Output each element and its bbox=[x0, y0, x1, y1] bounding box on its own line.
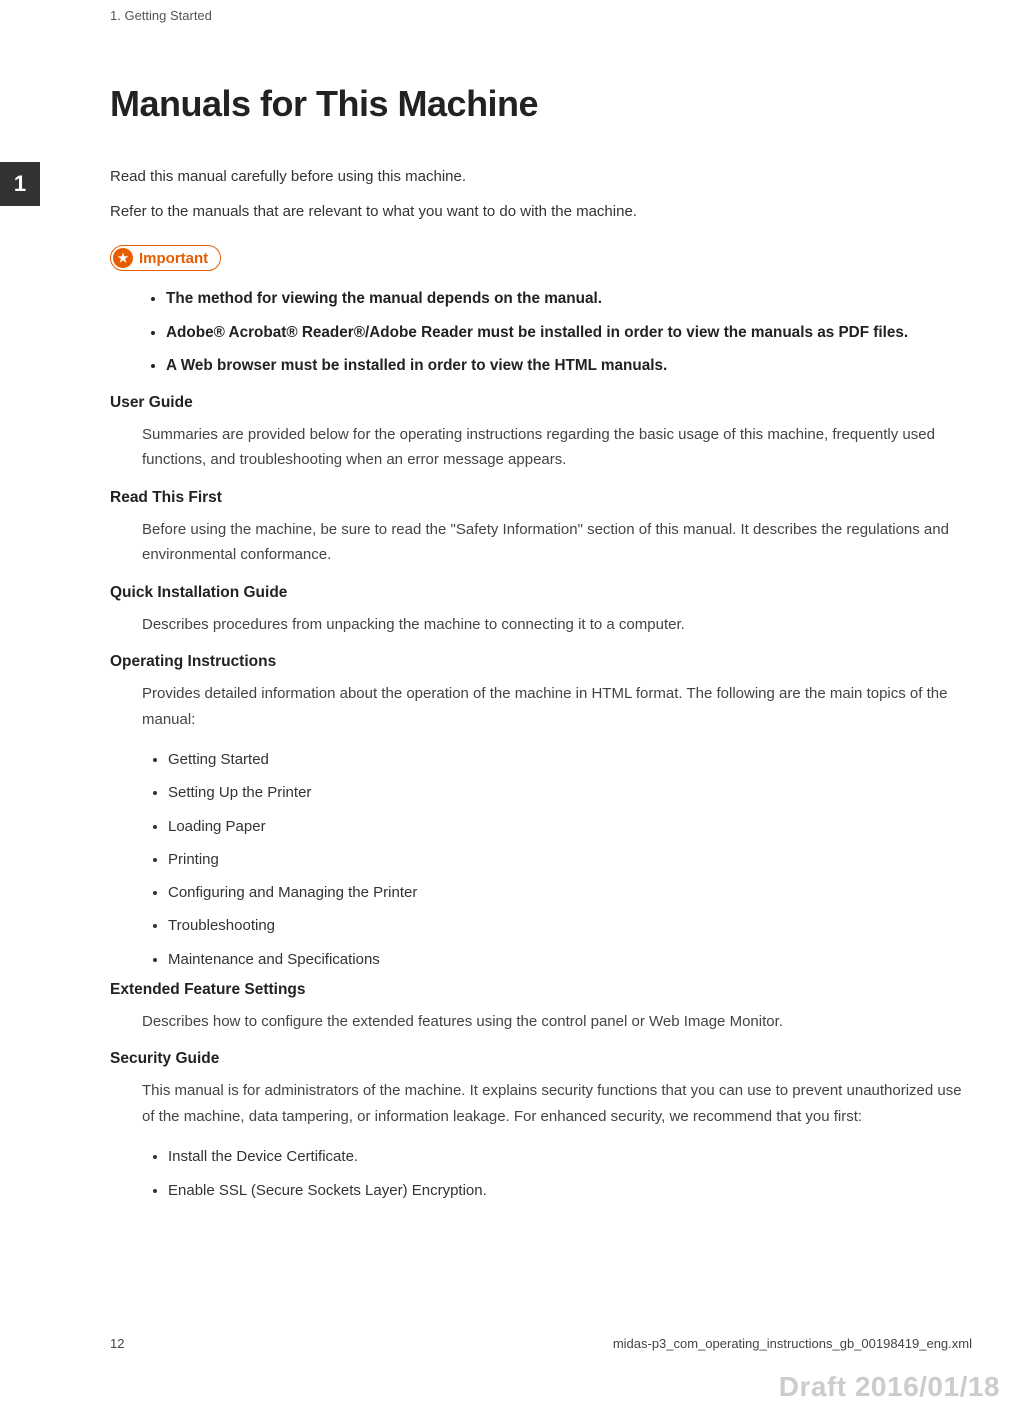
section-block: Security Guide This manual is for admini… bbox=[110, 1050, 972, 1202]
important-item: A Web browser must be installed in order… bbox=[166, 352, 972, 380]
list-item: Loading Paper bbox=[168, 815, 972, 838]
section-block: User Guide Summaries are provided below … bbox=[110, 394, 972, 473]
intro-line-2: Refer to the manuals that are relevant t… bbox=[110, 198, 972, 225]
section-title: Read This First bbox=[110, 489, 972, 507]
section-title: Operating Instructions bbox=[110, 653, 972, 671]
section-block: Read This First Before using the machine… bbox=[110, 489, 972, 568]
draft-stamp: Draft 2016/01/18 bbox=[779, 1371, 1000, 1403]
source-filename: midas-p3_com_operating_instructions_gb_0… bbox=[613, 1336, 972, 1351]
section-block: Extended Feature Settings Describes how … bbox=[110, 981, 972, 1035]
important-list: The method for viewing the manual depend… bbox=[110, 285, 972, 380]
page-number: 12 bbox=[110, 1336, 124, 1351]
section-title: Extended Feature Settings bbox=[110, 981, 972, 999]
list-item: Troubleshooting bbox=[168, 914, 972, 937]
list-item: Maintenance and Specifications bbox=[168, 948, 972, 971]
important-item: Adobe® Acrobat® Reader®/Adobe Reader mus… bbox=[166, 319, 972, 347]
section-block: Operating Instructions Provides detailed… bbox=[110, 653, 972, 971]
list-item: Install the Device Certificate. bbox=[168, 1145, 972, 1168]
chapter-tab: 1 bbox=[0, 162, 40, 206]
section-body: Describes procedures from unpacking the … bbox=[110, 612, 972, 638]
intro-line-1: Read this manual carefully before using … bbox=[110, 163, 972, 190]
list-item: Enable SSL (Secure Sockets Layer) Encryp… bbox=[168, 1179, 972, 1202]
page-footer: 12 midas-p3_com_operating_instructions_g… bbox=[0, 1336, 1032, 1351]
section-block: Quick Installation Guide Describes proce… bbox=[110, 584, 972, 638]
content-area: Manuals for This Machine Read this manua… bbox=[0, 23, 1032, 1202]
section-body: Before using the machine, be sure to rea… bbox=[110, 517, 972, 568]
list-item: Getting Started bbox=[168, 748, 972, 771]
page-title: Manuals for This Machine bbox=[110, 83, 972, 125]
list-item: Configuring and Managing the Printer bbox=[168, 881, 972, 904]
running-header: 1. Getting Started bbox=[0, 0, 1032, 23]
section-body: This manual is for administrators of the… bbox=[110, 1078, 972, 1129]
section-body: Summaries are provided below for the ope… bbox=[110, 422, 972, 473]
section-title: Quick Installation Guide bbox=[110, 584, 972, 602]
section-list: Getting Started Setting Up the Printer L… bbox=[110, 748, 972, 971]
list-item: Setting Up the Printer bbox=[168, 781, 972, 804]
section-body: Provides detailed information about the … bbox=[110, 681, 972, 732]
important-label: Important bbox=[139, 250, 208, 267]
important-badge: ★ Important bbox=[110, 245, 221, 271]
section-list: Install the Device Certificate. Enable S… bbox=[110, 1145, 972, 1202]
list-item: Printing bbox=[168, 848, 972, 871]
star-icon: ★ bbox=[113, 248, 133, 268]
section-body: Describes how to configure the extended … bbox=[110, 1009, 972, 1035]
important-item: The method for viewing the manual depend… bbox=[166, 285, 972, 313]
section-title: User Guide bbox=[110, 394, 972, 412]
section-title: Security Guide bbox=[110, 1050, 972, 1068]
